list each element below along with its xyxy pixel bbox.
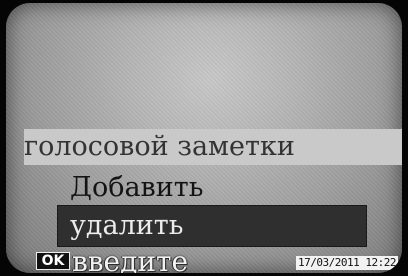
confirm-hint: введите [72,245,189,273]
menu-title: голосовой заметки [24,129,402,165]
menu-item-add[interactable]: Добавить [58,168,366,208]
camera-screen: голосовой заметки Добавить удалить OK вв… [0,0,408,276]
lcd-display: голосовой заметки Добавить удалить OK вв… [6,3,402,273]
menu-item-delete[interactable]: удалить [57,205,367,247]
datetime-stamp: 17/03/2011 12:22 [296,256,398,270]
ok-button-badge[interactable]: OK [36,252,70,270]
